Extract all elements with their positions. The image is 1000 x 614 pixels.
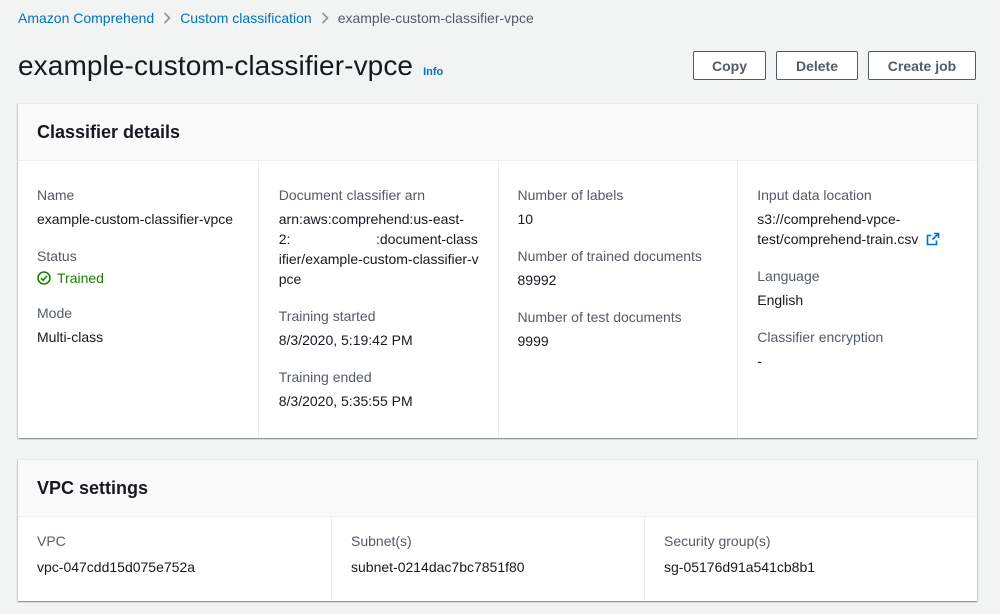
language-field: Language English — [757, 266, 977, 310]
training-started-label: Training started — [278, 308, 376, 324]
test-documents-label: Number of test documents — [517, 309, 682, 325]
vpc-settings-panel: VPC settings VPC vpc-047cdd15d075e752a S… — [18, 459, 977, 601]
details-column-3: Number of labels 10 Number of trained do… — [497, 161, 738, 438]
chevron-right-icon — [312, 9, 338, 27]
mode-value: Multi-class — [37, 329, 104, 345]
classifier-details-panel: Classifier details Name example-custom-c… — [18, 103, 977, 438]
labels-value: 10 — [517, 211, 534, 227]
encryption-label: Classifier encryption — [757, 329, 884, 345]
vpc-label: VPC — [37, 533, 66, 549]
subnet-column: Subnet(s) subnet-0214dac7bc7851f80 — [331, 517, 644, 601]
encryption-value: - — [757, 353, 762, 369]
arn-field: Document classifier arn arn:aws:comprehe… — [279, 185, 498, 289]
labels-field: Number of labels 10 — [518, 185, 738, 229]
name-label: Name — [37, 187, 75, 203]
page-title: example-custom-classifier-vpce — [18, 50, 414, 81]
arn-label: Document classifier arn — [278, 187, 426, 203]
breadcrumb-amazon-comprehend[interactable]: Amazon Comprehend — [18, 10, 154, 26]
info-link[interactable]: Info — [423, 66, 443, 78]
page-header: example-custom-classifier-vpce Info — [18, 50, 443, 82]
status-field: Status Trained — [37, 246, 258, 286]
name-field: Name example-custom-classifier-vpce — [37, 185, 258, 229]
subnet-label: Subnet(s) — [351, 533, 412, 549]
copy-button[interactable]: Copy — [693, 51, 766, 80]
vpc-settings-heading: VPC settings — [37, 477, 149, 498]
arn-value: arn:aws:comprehend:us-east-2: :document-… — [278, 211, 479, 287]
check-circle-icon — [37, 271, 51, 285]
trained-documents-value: 89992 — [517, 272, 557, 288]
breadcrumb-current: example-custom-classifier-vpce — [337, 10, 534, 26]
vpc-column: VPC vpc-047cdd15d075e752a — [18, 517, 331, 601]
classifier-details-header: Classifier details — [18, 104, 977, 161]
classifier-details-heading: Classifier details — [37, 121, 181, 142]
security-group-column: Security group(s) sg-05176d91a541cb8b1 — [644, 517, 977, 601]
classifier-details-columns: Name example-custom-classifier-vpce Stat… — [18, 161, 977, 438]
header-actions: Copy Delete Create job — [693, 51, 976, 80]
training-ended-field: Training ended 8/3/2020, 5:35:55 PM — [279, 367, 498, 411]
details-column-4: Input data location s3://comprehend-vpce… — [737, 161, 977, 438]
input-location-field: Input data location s3://comprehend-vpce… — [757, 185, 977, 249]
training-started-field: Training started 8/3/2020, 5:19:42 PM — [279, 306, 498, 350]
delete-button[interactable]: Delete — [776, 51, 858, 80]
details-column-1: Name example-custom-classifier-vpce Stat… — [18, 161, 258, 438]
subnet-link[interactable]: subnet-0214dac7bc7851f80 — [351, 559, 525, 575]
mode-label: Mode — [37, 305, 73, 321]
vpc-link[interactable]: vpc-047cdd15d075e752a — [37, 559, 195, 575]
test-documents-value: 9999 — [517, 333, 549, 349]
input-location-label: Input data location — [757, 187, 872, 203]
input-location-line2: test/comprehend-train.csv — [757, 231, 919, 247]
encryption-field: Classifier encryption - — [757, 327, 977, 371]
training-ended-label: Training ended — [278, 369, 372, 385]
trained-documents-field: Number of trained documents 89992 — [518, 246, 738, 290]
test-documents-field: Number of test documents 9999 — [518, 307, 738, 351]
input-location-line1: s3://comprehend-vpce- — [757, 211, 901, 227]
chevron-right-icon — [154, 9, 180, 27]
security-group-link[interactable]: sg-05176d91a541cb8b1 — [664, 559, 815, 575]
mode-field: Mode Multi-class — [37, 303, 258, 347]
breadcrumb: Amazon Comprehend Custom classification … — [18, 9, 534, 27]
breadcrumb-custom-classification[interactable]: Custom classification — [180, 10, 312, 26]
training-ended-value: 8/3/2020, 5:35:55 PM — [278, 393, 413, 409]
security-group-label: Security group(s) — [664, 533, 771, 549]
language-value: English — [757, 292, 804, 308]
status-badge: Trained — [37, 270, 258, 286]
external-link-icon — [926, 232, 940, 246]
input-location-link[interactable]: s3://comprehend-vpce- test/comprehend-tr… — [757, 211, 940, 247]
language-label: Language — [757, 268, 820, 284]
vpc-settings-columns: VPC vpc-047cdd15d075e752a Subnet(s) subn… — [18, 517, 977, 601]
trained-documents-label: Number of trained documents — [517, 248, 702, 264]
create-job-button[interactable]: Create job — [868, 51, 976, 80]
status-value: Trained — [57, 270, 104, 286]
labels-label: Number of labels — [517, 187, 624, 203]
name-value: example-custom-classifier-vpce — [37, 211, 234, 227]
training-started-value: 8/3/2020, 5:19:42 PM — [278, 332, 413, 348]
vpc-settings-header: VPC settings — [18, 460, 977, 517]
details-column-2: Document classifier arn arn:aws:comprehe… — [257, 161, 498, 438]
status-label: Status — [37, 248, 77, 264]
